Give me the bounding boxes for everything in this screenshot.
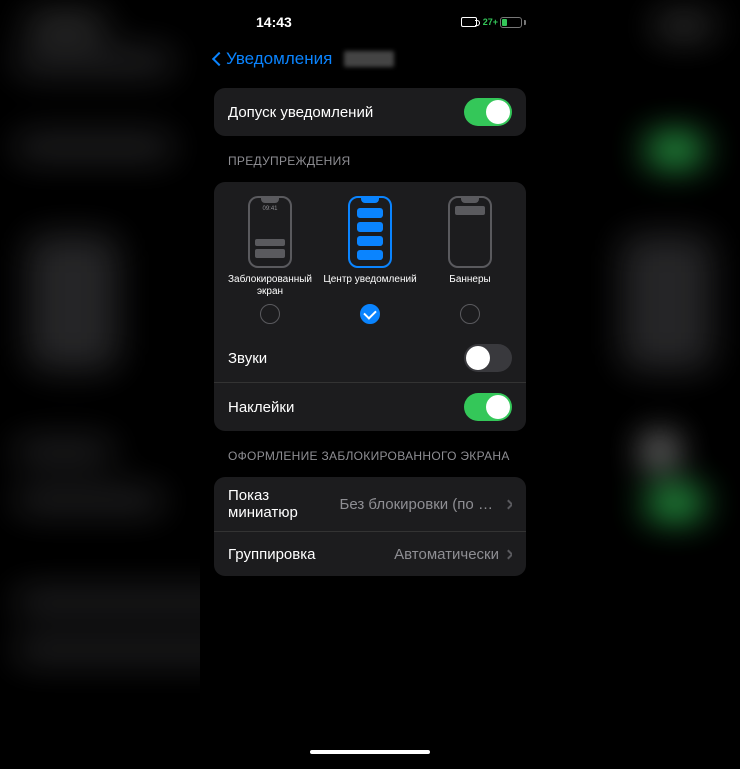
radio-banner[interactable] <box>460 304 480 324</box>
notification-center-preview-icon <box>348 196 392 268</box>
chevron-right-icon <box>504 499 512 509</box>
allow-notifications-cell: Допуск уведомлений <box>214 88 526 136</box>
previews-label: Показ миниатюр <box>228 487 340 521</box>
alerts-header: ПРЕДУПРЕЖДЕНИЯ <box>214 136 526 174</box>
alerts-group: 09:41 Заблокированный экран Центр уведом… <box>214 182 526 431</box>
nav-title-obscured <box>344 51 394 67</box>
alerts-row: 09:41 Заблокированный экран Центр уведом… <box>214 182 526 334</box>
chevron-right-icon <box>504 549 512 559</box>
chevron-left-icon <box>212 52 226 66</box>
banner-preview-icon <box>448 196 492 268</box>
lockscreen-header: ОФОРМЛЕНИЕ ЗАБЛОКИРОВАННОГО ЭКРАНА <box>214 431 526 469</box>
sounds-switch[interactable] <box>464 344 512 372</box>
status-right: 27+ <box>461 17 526 28</box>
previews-value: Без блокировки (по ум… <box>340 496 512 513</box>
alert-label: Баннеры <box>449 274 490 298</box>
alert-label: Центр уведомлений <box>323 274 416 298</box>
radio-center[interactable] <box>360 304 380 324</box>
battery-text: 27+ <box>483 17 498 27</box>
stickers-label: Наклейки <box>228 399 294 416</box>
grouping-label: Группировка <box>228 546 315 563</box>
sounds-label: Звуки <box>228 350 267 367</box>
back-button[interactable]: Уведомления <box>214 49 332 69</box>
carplay-icon <box>461 17 477 27</box>
status-bar: 14:43 27+ <box>214 6 526 38</box>
radio-lockscreen[interactable] <box>260 304 280 324</box>
stickers-switch[interactable] <box>464 393 512 421</box>
battery-indicator: 27+ <box>483 17 526 28</box>
sounds-cell: Звуки <box>214 334 526 383</box>
back-label: Уведомления <box>226 49 332 69</box>
alert-option-center[interactable]: Центр уведомлений <box>323 196 418 324</box>
alert-label: Заблокированный экран <box>223 274 318 298</box>
previews-cell[interactable]: Показ миниатюр Без блокировки (по ум… <box>214 477 526 532</box>
allow-label: Допуск уведомлений <box>228 104 373 121</box>
alert-option-lockscreen[interactable]: 09:41 Заблокированный экран <box>223 196 318 324</box>
grouping-value: Автоматически <box>394 546 512 563</box>
home-indicator[interactable] <box>310 750 430 754</box>
lockscreen-preview-icon: 09:41 <box>248 196 292 268</box>
nav-bar: Уведомления <box>214 38 526 80</box>
lockscreen-group: Показ миниатюр Без блокировки (по ум… Гр… <box>214 477 526 576</box>
status-time: 14:43 <box>256 14 292 30</box>
alert-option-banner[interactable]: Баннеры <box>423 196 518 324</box>
grouping-cell[interactable]: Группировка Автоматически <box>214 532 526 576</box>
phone-screen: 14:43 27+ Уведомления Допуск уведомлений… <box>200 0 540 760</box>
allow-group: Допуск уведомлений <box>214 88 526 136</box>
stickers-cell: Наклейки <box>214 383 526 431</box>
allow-switch[interactable] <box>464 98 512 126</box>
